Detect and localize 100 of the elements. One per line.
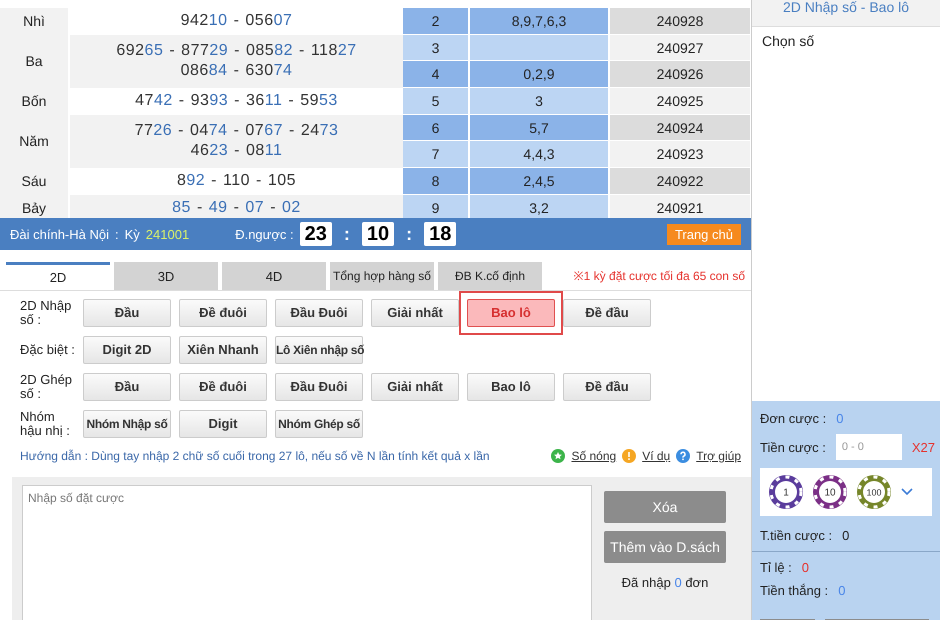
- total-label: T.tiền cược :: [760, 528, 832, 543]
- order-label: Đơn cược :: [760, 411, 826, 426]
- bet-type-button[interactable]: Đề đuôi: [179, 298, 267, 326]
- number-separator: -: [289, 121, 295, 142]
- prize-number: 05607: [245, 11, 292, 32]
- chip-icon[interactable]: 100: [856, 474, 892, 510]
- countdown-digits: 23: [300, 222, 332, 246]
- help-link[interactable]: Ví dụ: [642, 449, 670, 463]
- prize-number: 0474: [190, 121, 228, 142]
- group-label: Đặc biệt :: [20, 342, 75, 356]
- tab[interactable]: ĐB K.cố định: [438, 262, 542, 290]
- index-cell: 4: [403, 61, 470, 88]
- time-separator: :: [406, 224, 412, 244]
- date-cell: 240927: [610, 34, 751, 60]
- digits-cell: 0,2,9: [470, 61, 610, 88]
- chip-icon[interactable]: 10: [812, 474, 848, 510]
- prize-number: 7726: [134, 121, 172, 142]
- entered-count: Đã nhập 0 đơn: [620, 575, 710, 590]
- date-cell: 240925: [610, 88, 751, 114]
- tab[interactable]: Tổng hợp hàng số: [330, 262, 434, 290]
- prize-number: 08582: [246, 41, 293, 62]
- chip-icon[interactable]: 1: [768, 474, 804, 510]
- win-label: Tiền thắng :: [760, 583, 828, 598]
- date-cell: 240928: [610, 8, 751, 34]
- number-separator: -: [234, 91, 240, 112]
- rate-label: Tỉ lệ :: [760, 560, 792, 575]
- prize-number: 08684: [180, 61, 228, 82]
- station-label: Đài chính-Hà Nội: [10, 226, 109, 242]
- group-label: 2D Nhập số :: [20, 298, 72, 326]
- bet-type-button[interactable]: Đề đuôi: [179, 372, 267, 400]
- digits-cell: 2,4,5: [470, 168, 610, 194]
- bet-type-button[interactable]: Giải nhất: [371, 372, 459, 400]
- bet-type-button[interactable]: Đầu Đuôi: [275, 372, 363, 400]
- rate-value: 0: [802, 560, 810, 575]
- prize-number: 63074: [245, 61, 292, 82]
- number-separator: -: [288, 91, 294, 112]
- prize-number: 94210: [180, 11, 228, 32]
- prize-number: 0811: [246, 141, 282, 162]
- digits-cell: 3,2: [470, 194, 610, 218]
- number-separator: -: [270, 198, 276, 218]
- number-input-field[interactable]: Nhập số đặt cược: [22, 485, 592, 620]
- date-cell: 240921: [610, 194, 751, 218]
- index-cell: 9: [403, 194, 470, 218]
- choose-label: Chọn số: [762, 33, 814, 49]
- total-value: 0: [842, 528, 850, 543]
- index-cell: 3: [403, 34, 470, 60]
- number-separator: -: [234, 121, 240, 142]
- number-separator: -: [169, 41, 176, 62]
- number-separator: -: [178, 91, 185, 112]
- bet-type-button[interactable]: Digit 2D: [83, 336, 171, 364]
- bet-type-button[interactable]: Lô Xiên nhập số: [275, 336, 363, 364]
- date-cell: 240926: [610, 61, 751, 88]
- bet-type-button[interactable]: Giải nhất: [371, 298, 459, 326]
- prize-number: 07: [245, 198, 264, 218]
- prize-label: Bốn: [0, 88, 70, 115]
- countdown-label: Đ.ngược :: [235, 226, 294, 242]
- number-separator: -: [234, 41, 240, 62]
- number-separator: -: [178, 121, 184, 142]
- period-number: 241001: [146, 226, 190, 242]
- help-icon: [676, 449, 690, 463]
- prize-number: 2473: [300, 121, 338, 142]
- bet-type-button[interactable]: Bao lô: [467, 372, 555, 400]
- bet-type-button[interactable]: Đầu Đuôi: [275, 298, 363, 326]
- order-value: 0: [836, 411, 844, 426]
- group-label: 2D Ghép số :: [20, 372, 74, 400]
- bet-type-button[interactable]: Xiên Nhanh: [179, 336, 267, 364]
- time-separator: :: [344, 224, 350, 244]
- prize-number: 892: [176, 171, 206, 192]
- stake-field[interactable]: 0 - 0: [836, 434, 902, 460]
- group-label: Nhóm hậu nhị :: [20, 410, 71, 438]
- number-separator: -: [196, 198, 203, 218]
- date-cell: 240922: [610, 168, 751, 194]
- prize-number: 02: [282, 198, 301, 218]
- prize-number: 11827: [310, 41, 357, 62]
- prize-number: 49: [208, 198, 228, 218]
- tab[interactable]: 4D: [222, 262, 326, 290]
- help-link[interactable]: Trợ giúp: [696, 449, 741, 463]
- help-link[interactable]: Số nóng: [571, 449, 616, 463]
- bet-type-button[interactable]: Đề đầu: [563, 298, 651, 326]
- prize-number: 110: [222, 171, 250, 192]
- number-separator: -: [299, 41, 305, 62]
- station-separator: :: [115, 226, 119, 242]
- bet-type-button[interactable]: Đề đầu: [563, 372, 651, 400]
- number-separator: -: [234, 11, 240, 32]
- bet-type-button[interactable]: Đầu: [83, 372, 171, 400]
- countdown-digits: 10: [362, 222, 394, 246]
- bet-type-button[interactable]: Nhóm Ghép số: [275, 410, 363, 438]
- tab[interactable]: 3D: [114, 262, 218, 290]
- prize-number: 85: [172, 198, 191, 218]
- date-cell: 240923: [610, 141, 751, 168]
- chevron-down-icon[interactable]: [900, 487, 914, 497]
- index-cell: 5: [403, 88, 470, 114]
- bet-type-button[interactable]: Nhóm Nhập số: [83, 410, 171, 438]
- prize-label: Nhì: [0, 8, 70, 35]
- index-cell: 7: [403, 141, 470, 168]
- prize-number: 3611: [246, 91, 282, 112]
- prize-number: 4623: [190, 141, 228, 162]
- bet-type-button[interactable]: Đầu: [83, 298, 171, 326]
- bet-type-button[interactable]: Digit: [179, 410, 267, 438]
- win-value: 0: [838, 583, 846, 598]
